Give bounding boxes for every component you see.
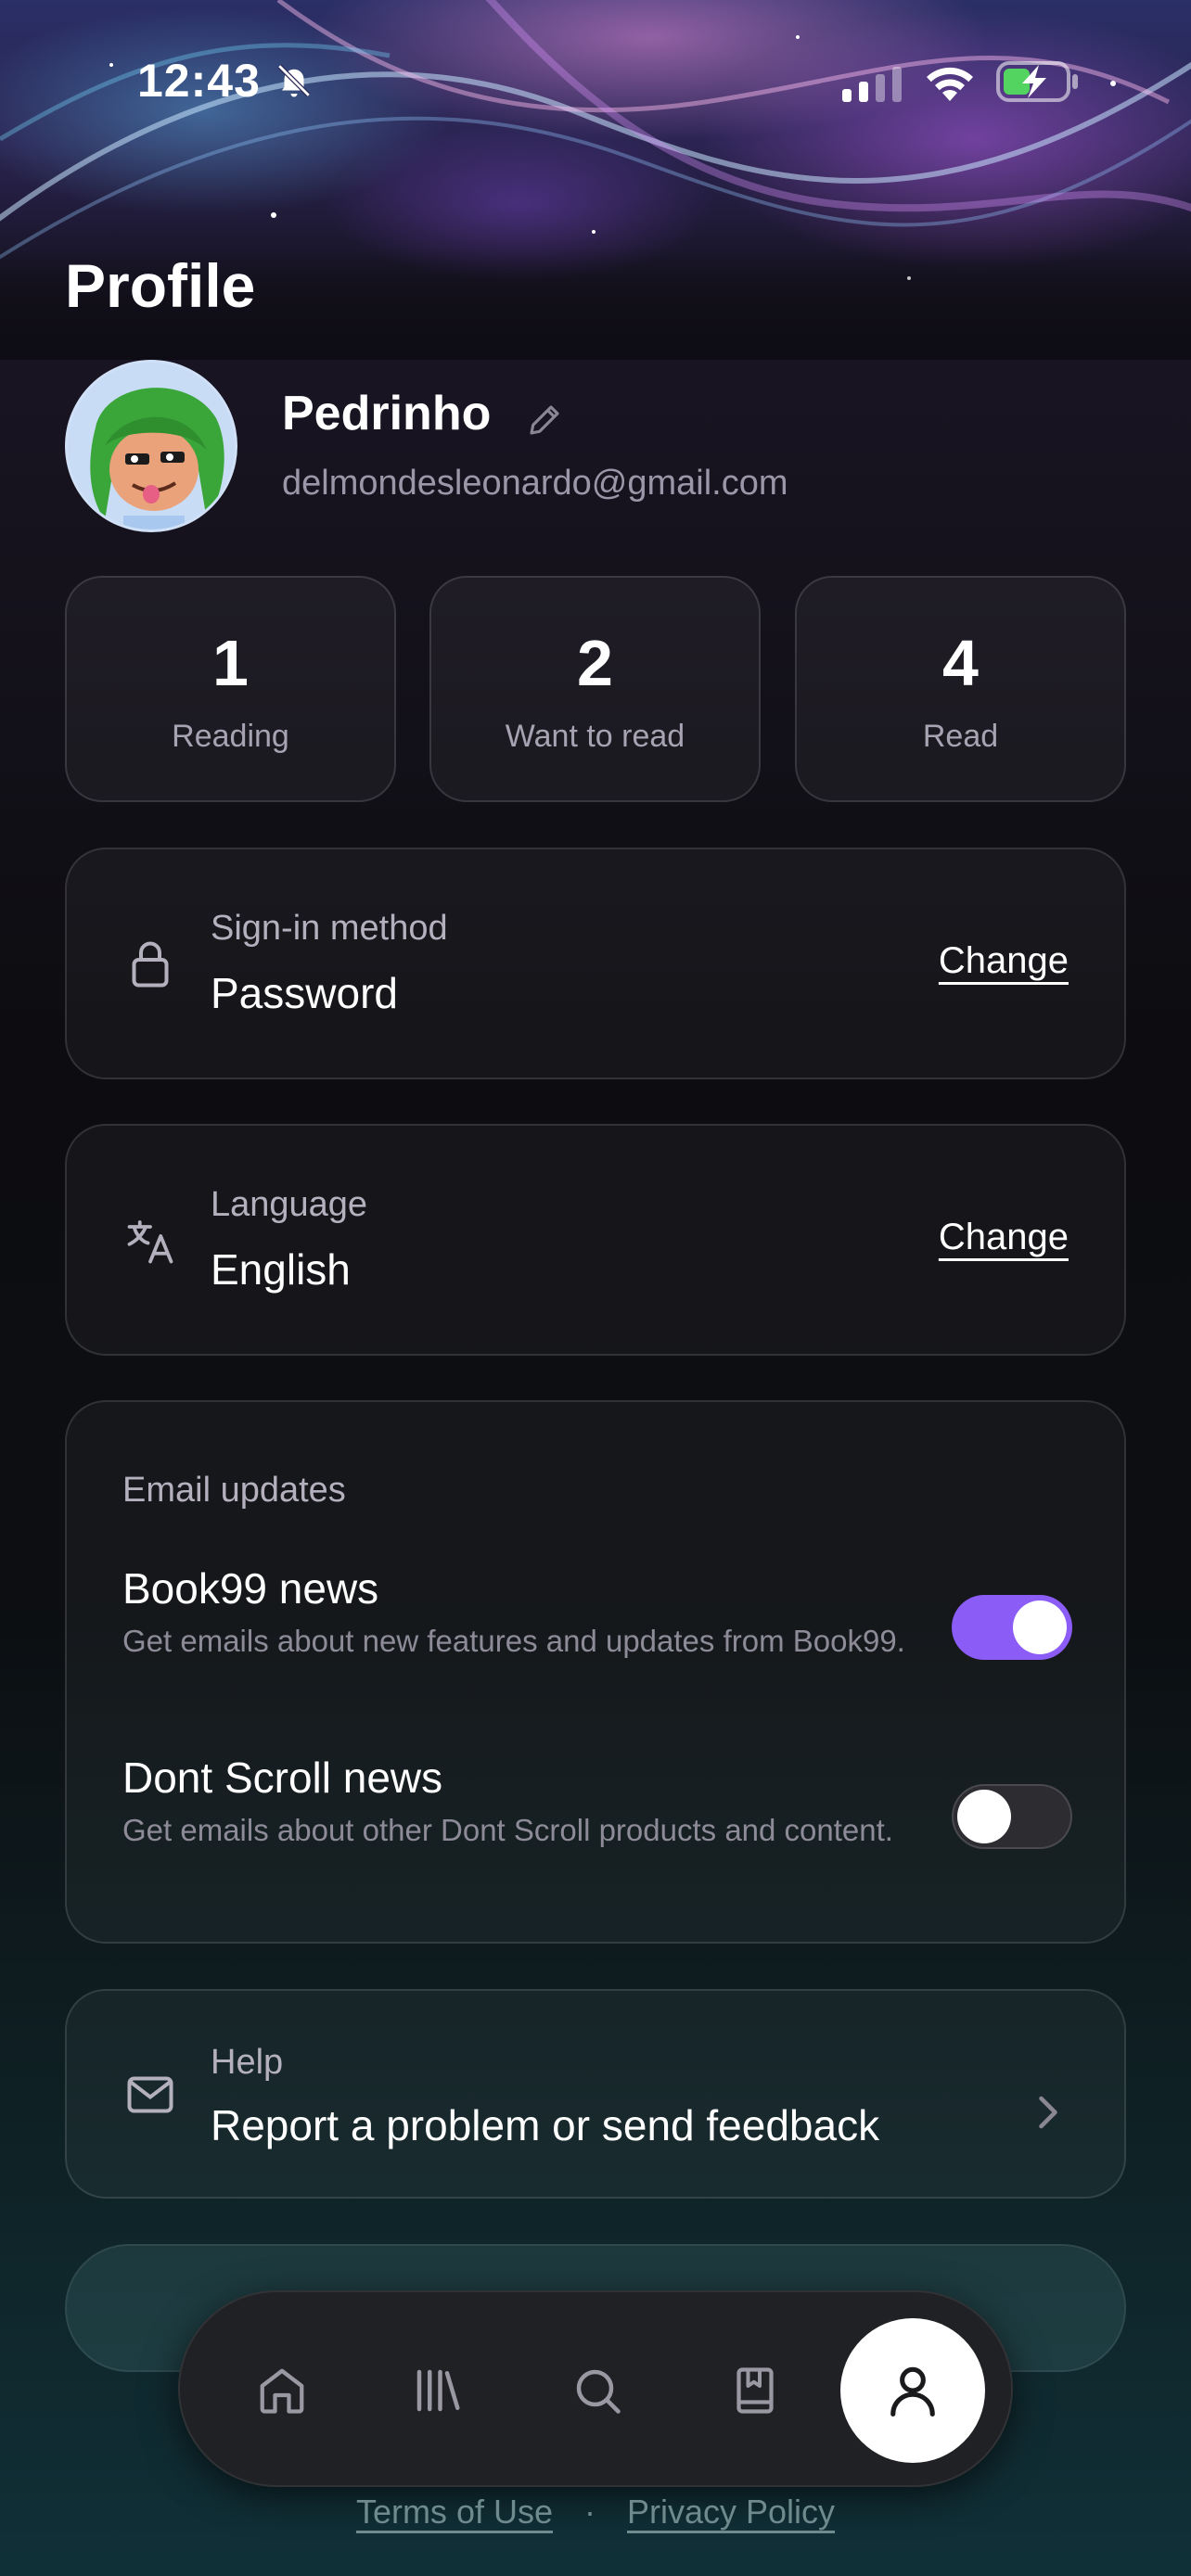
change-signin-button[interactable]: Change (939, 940, 1069, 982)
book99-news-toggle[interactable] (952, 1595, 1072, 1660)
tab-saved-books[interactable] (699, 2335, 811, 2446)
status-time: 12:43 (137, 55, 261, 107)
user-email: delmondesleonardo@gmail.com (282, 464, 788, 503)
tab-home[interactable] (226, 2335, 338, 2446)
battery-charging-icon (996, 61, 1078, 102)
wifi-icon (927, 67, 973, 101)
search-icon (576, 2369, 621, 2414)
bell-muted-icon (277, 64, 311, 97)
change-language-button[interactable]: Change (939, 1217, 1069, 1258)
stat-value: 4 (942, 627, 979, 699)
pref-book99-title: Book99 news (122, 1564, 379, 1613)
bottom-tab-bar (178, 2290, 1013, 2487)
stat-read[interactable]: 4 Read (795, 576, 1126, 802)
toggle-knob (957, 1790, 1011, 1843)
stat-value: 2 (577, 627, 613, 699)
language-value: English (211, 1245, 351, 1294)
bookmark-book-icon (736, 2367, 774, 2414)
library-icon (416, 2369, 460, 2412)
status-bar: 12:43 (0, 0, 1191, 158)
help-label: Help (211, 2043, 284, 2082)
signin-method-card: Sign-in method Password Change (65, 848, 1126, 1079)
cellular-signal-icon (842, 67, 902, 102)
help-value: Report a problem or send feedback (211, 2101, 880, 2149)
profile-icon (890, 2366, 935, 2417)
home-icon (260, 2368, 304, 2414)
lock-icon (132, 941, 169, 988)
edit-pencil-icon[interactable] (525, 401, 564, 440)
avatar[interactable] (65, 360, 237, 532)
footer-links: Terms of Use · Privacy Policy (0, 2493, 1191, 2539)
terms-of-use-link[interactable]: Terms of Use (356, 2493, 553, 2531)
privacy-policy-link[interactable]: Privacy Policy (627, 2493, 835, 2531)
pref-dontscroll-description: Get emails about other Dont Scroll produ… (122, 1813, 893, 1847)
stat-reading[interactable]: 1 Reading (65, 576, 396, 802)
stat-label: Want to read (505, 719, 685, 754)
reading-stats: 1 Reading 2 Want to read 4 Read (65, 576, 1126, 802)
mail-icon (127, 2076, 173, 2113)
chevron-right-icon (1039, 2096, 1057, 2129)
email-updates-card: Email updates Book99 news Get emails abo… (65, 1400, 1126, 1944)
stat-label: Read (922, 719, 999, 754)
footer-separator: · (583, 2493, 596, 2531)
language-card: Language English Change (65, 1124, 1126, 1356)
profile-header: Pedrinho delmondesleonardo@gmail.com (65, 360, 1126, 532)
page-title: Profile (65, 251, 256, 320)
stat-want-to-read[interactable]: 2 Want to read (429, 576, 761, 802)
tab-library[interactable] (382, 2335, 493, 2446)
email-updates-title: Email updates (122, 1471, 346, 1510)
toggle-knob (1013, 1600, 1067, 1654)
signin-label: Sign-in method (211, 909, 448, 948)
avatar-cartoon-image (68, 363, 235, 529)
pref-dontscroll-title: Dont Scroll news (122, 1753, 443, 1802)
pref-book99-description: Get emails about new features and update… (122, 1624, 905, 1658)
language-label: Language (211, 1185, 368, 1224)
tab-search[interactable] (542, 2335, 653, 2446)
stat-value: 1 (212, 627, 249, 699)
translate-icon (127, 1220, 173, 1264)
signin-value: Password (211, 969, 398, 1017)
user-name: Pedrinho (282, 387, 492, 440)
stat-label: Reading (172, 719, 289, 754)
tab-profile[interactable] (840, 2318, 985, 2463)
dontscroll-news-toggle[interactable] (952, 1784, 1072, 1849)
help-card[interactable]: Help Report a problem or send feedback (65, 1989, 1126, 2199)
